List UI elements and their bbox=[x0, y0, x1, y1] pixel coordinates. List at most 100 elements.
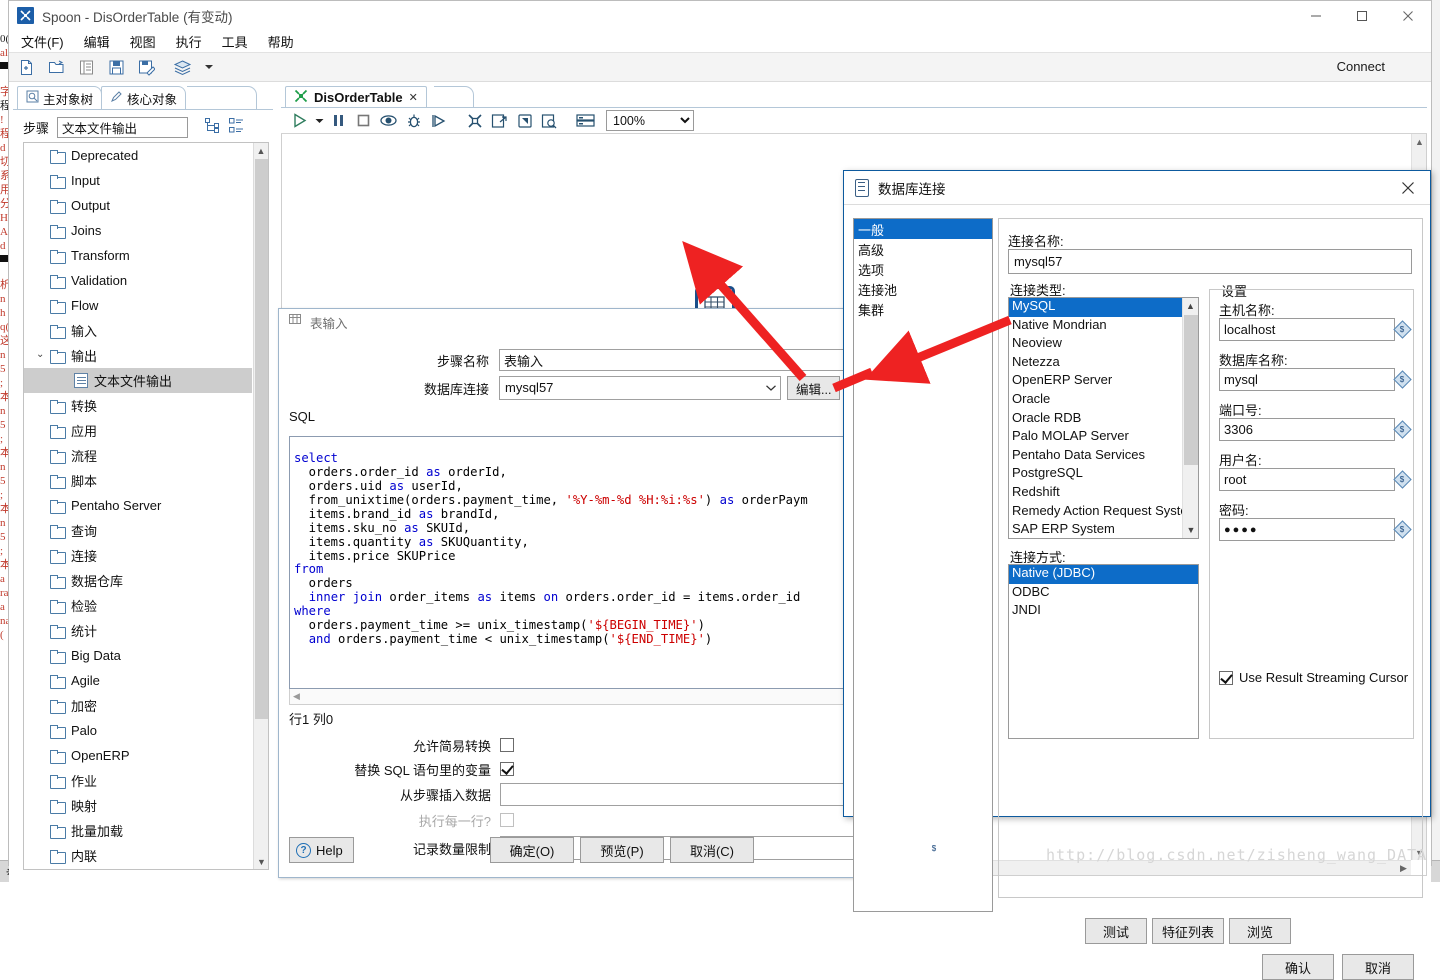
close-button[interactable] bbox=[1385, 1, 1431, 31]
connection-type-item[interactable]: Oracle RDB bbox=[1009, 410, 1198, 429]
tree-scrollbar[interactable]: ▲ ▼ bbox=[253, 143, 268, 869]
variable-icon[interactable]: $ bbox=[1396, 373, 1408, 385]
connection-type-scrollbar[interactable]: ▲ ▼ bbox=[1182, 298, 1198, 538]
tree-item-folder[interactable]: Validation bbox=[24, 268, 268, 293]
connection-type-item[interactable]: Neoview bbox=[1009, 335, 1198, 354]
tab-disordertable[interactable]: DisOrderTable ✕ bbox=[285, 86, 427, 107]
menu-item-tools[interactable]: 工具 bbox=[222, 32, 248, 51]
tree-item-folder[interactable]: Transform bbox=[24, 243, 268, 268]
explore-button[interactable]: 浏览 bbox=[1229, 918, 1291, 944]
connection-type-item[interactable]: PostgreSQL bbox=[1009, 465, 1198, 484]
minimize-button[interactable] bbox=[1293, 1, 1339, 31]
tree-item-folder[interactable]: 脚本 bbox=[24, 468, 268, 493]
export-icon[interactable] bbox=[487, 109, 512, 133]
streaming-cursor-checkbox[interactable] bbox=[1219, 671, 1233, 685]
help-button[interactable]: ? Help bbox=[289, 837, 354, 863]
tree-item-folder[interactable]: 批量加载 bbox=[24, 818, 268, 843]
chevron-down-icon[interactable] bbox=[766, 383, 776, 394]
tree-item-folder[interactable]: OpenERP bbox=[24, 743, 268, 768]
tab-core-objects[interactable]: 核心对象 bbox=[101, 86, 186, 109]
close-icon[interactable] bbox=[1386, 171, 1430, 204]
connection-type-item[interactable]: MySQL bbox=[1009, 298, 1198, 317]
host-field[interactable] bbox=[1219, 318, 1395, 341]
tree-item-folder[interactable]: 统计 bbox=[24, 618, 268, 643]
tree-item-folder[interactable]: 作业 bbox=[24, 768, 268, 793]
variable-icon[interactable]: $ bbox=[1396, 523, 1408, 535]
tree-item-folder[interactable]: Deprecated bbox=[24, 143, 268, 168]
access-type-item[interactable]: JNDI bbox=[1009, 602, 1198, 621]
menu-bar[interactable]: 文件(F) 编辑 视图 执行 工具 帮助 bbox=[9, 31, 1431, 53]
connection-type-item[interactable]: OpenERP Server bbox=[1009, 372, 1198, 391]
canvas-tabs[interactable]: DisOrderTable ✕ bbox=[281, 86, 1427, 108]
connect-label[interactable]: Connect bbox=[1337, 59, 1385, 74]
allow-lazy-conversion-checkbox[interactable] bbox=[500, 738, 514, 752]
tree-item-folder[interactable]: Big Data bbox=[24, 643, 268, 668]
tree-item-leaf[interactable]: 文本文件输出 bbox=[24, 368, 252, 393]
password-field[interactable] bbox=[1219, 518, 1395, 541]
open-file-icon[interactable] bbox=[47, 58, 66, 77]
menu-item-help[interactable]: 帮助 bbox=[268, 32, 294, 51]
tree-item-folder[interactable]: Palo bbox=[24, 718, 268, 743]
database-name-field[interactable] bbox=[1219, 368, 1395, 391]
connection-name-input[interactable] bbox=[1008, 249, 1412, 274]
explore-repository-icon[interactable] bbox=[77, 58, 96, 77]
connection-type-item[interactable]: SAP ERP System bbox=[1009, 521, 1198, 539]
replay-icon[interactable] bbox=[426, 109, 451, 133]
cancel-button[interactable]: 取消 bbox=[1342, 954, 1414, 980]
tree-item-folder[interactable]: 加密 bbox=[24, 693, 268, 718]
database-dialog-nav[interactable]: 一般高级选项连接池集群 bbox=[853, 218, 993, 912]
tree-item-folder[interactable]: 连接 bbox=[24, 543, 268, 568]
db-nav-item[interactable]: 集群 bbox=[854, 299, 992, 319]
tab-main-object-tree[interactable]: 主对象树 bbox=[17, 86, 102, 109]
tree-item-folder[interactable]: Pentaho Server bbox=[24, 493, 268, 518]
db-nav-item[interactable]: 连接池 bbox=[854, 279, 992, 299]
menu-item-file[interactable]: 文件(F) bbox=[21, 32, 64, 51]
connection-type-item[interactable]: Native Mondrian bbox=[1009, 317, 1198, 336]
connection-combobox[interactable]: mysql57 bbox=[499, 376, 781, 400]
connection-type-item[interactable]: Netezza bbox=[1009, 354, 1198, 373]
db-nav-item[interactable]: 选项 bbox=[854, 259, 992, 279]
expand-all-icon[interactable] bbox=[205, 118, 220, 136]
tree-item-folder[interactable]: 应用 bbox=[24, 418, 268, 443]
variable-icon[interactable]: $ bbox=[1396, 473, 1408, 485]
save-icon[interactable] bbox=[107, 58, 126, 77]
menu-item-run[interactable]: 执行 bbox=[176, 32, 202, 51]
tree-item-folder[interactable]: Output bbox=[24, 193, 268, 218]
db-nav-item[interactable]: 一般 bbox=[854, 219, 992, 239]
scroll-up-arrow-icon[interactable]: ▲ bbox=[1183, 298, 1198, 314]
save-as-icon[interactable] bbox=[137, 58, 156, 77]
connection-type-item[interactable]: Redshift bbox=[1009, 484, 1198, 503]
replace-variables-checkbox[interactable] bbox=[500, 762, 514, 776]
preview-button[interactable]: 预览(P) bbox=[580, 837, 664, 863]
close-icon[interactable]: ✕ bbox=[409, 91, 418, 104]
tree-item-folder[interactable]: Joins bbox=[24, 218, 268, 243]
zoom-select[interactable]: 100% bbox=[606, 110, 694, 131]
tree-item-folder[interactable]: Input bbox=[24, 168, 268, 193]
search-input[interactable] bbox=[57, 117, 188, 138]
scroll-thumb[interactable] bbox=[1184, 315, 1198, 465]
connection-type-item[interactable]: Remedy Action Request Syster bbox=[1009, 503, 1198, 522]
tree-item-folder[interactable]: 内联 bbox=[24, 843, 268, 868]
layers-icon[interactable] bbox=[173, 58, 192, 77]
tree-item-folder[interactable]: Agile bbox=[24, 668, 268, 693]
tree-item-folder[interactable]: 数据仓库 bbox=[24, 568, 268, 593]
pause-icon[interactable] bbox=[326, 109, 351, 133]
scroll-down-arrow-icon[interactable]: ▼ bbox=[1183, 522, 1199, 538]
inspect-icon[interactable] bbox=[537, 109, 562, 133]
tree-item-folder[interactable]: 检验 bbox=[24, 593, 268, 618]
menu-item-edit[interactable]: 编辑 bbox=[84, 32, 110, 51]
tree-item-folder[interactable]: 转换 bbox=[24, 393, 268, 418]
core-objects-tree[interactable]: DeprecatedInputOutputJoinsTransformValid… bbox=[23, 142, 269, 870]
tree-item-folder[interactable]: Flow bbox=[24, 293, 268, 318]
username-field[interactable] bbox=[1219, 468, 1395, 491]
chevron-down-icon[interactable] bbox=[203, 58, 215, 77]
db-nav-item[interactable]: 高级 bbox=[854, 239, 992, 259]
access-type-list[interactable]: Native (JDBC)ODBCJNDI bbox=[1008, 564, 1199, 739]
access-type-item[interactable]: ODBC bbox=[1009, 584, 1198, 603]
canvas-toolbar[interactable]: 100% bbox=[281, 108, 1427, 134]
access-type-item[interactable]: Native (JDBC) bbox=[1009, 565, 1198, 584]
collapse-all-icon[interactable] bbox=[229, 118, 244, 136]
variable-icon[interactable]: $ bbox=[1396, 423, 1408, 435]
connection-type-list[interactable]: MySQLNative MondrianNeoviewNetezzaOpenER… bbox=[1008, 297, 1199, 539]
test-button[interactable]: 测试 bbox=[1085, 918, 1147, 944]
